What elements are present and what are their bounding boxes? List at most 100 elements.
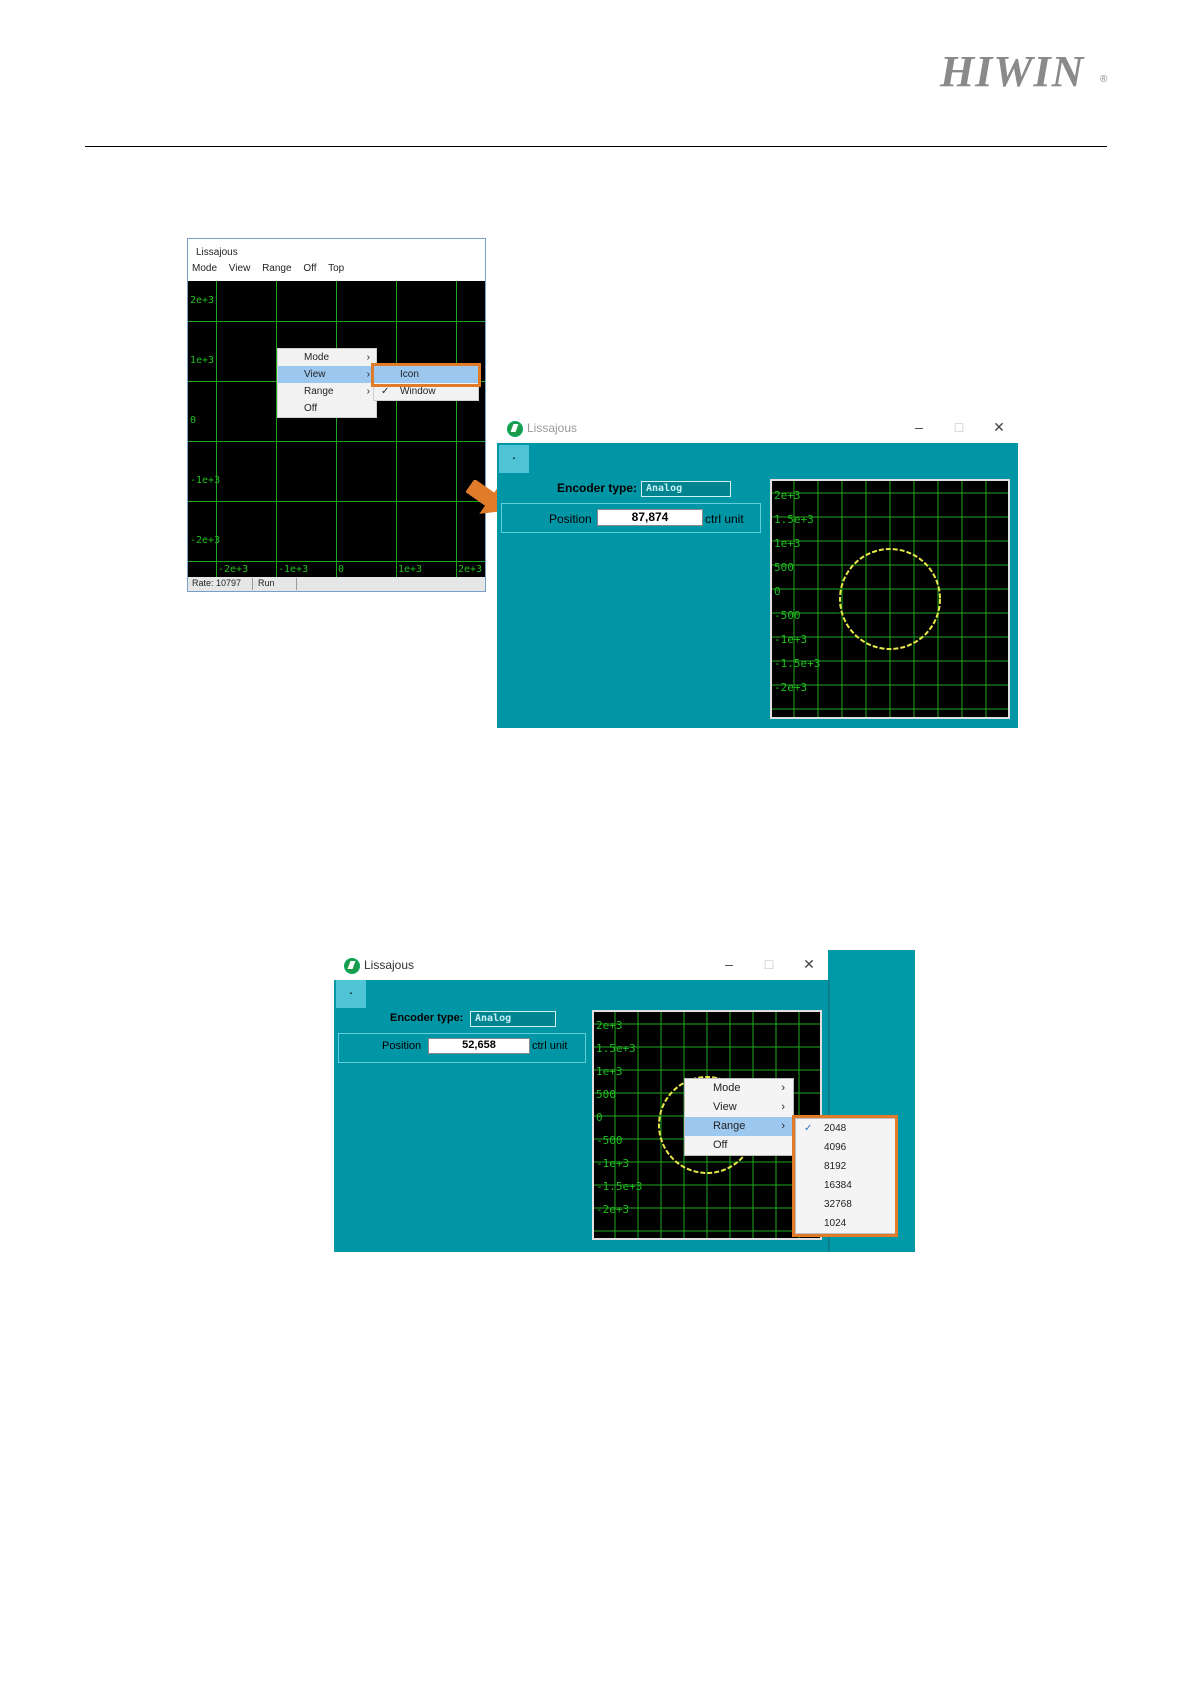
highlight-box — [792, 1115, 898, 1237]
y-tick-label: 1e+3 — [596, 1065, 623, 1078]
app-logo-icon — [344, 958, 360, 974]
minimize-icon[interactable]: – — [911, 419, 927, 435]
menu-bar: Mode View Range Off Top — [192, 263, 353, 274]
close-icon[interactable]: ✕ — [991, 419, 1007, 436]
y-tick-label: 500 — [774, 561, 794, 574]
y-tick-label: 2e+3 — [774, 489, 801, 502]
menu-view[interactable]: View — [229, 263, 251, 274]
context-item-view[interactable]: View › — [685, 1098, 793, 1117]
status-run: Run — [254, 578, 297, 590]
y-tick-label: 2e+3 — [190, 295, 215, 306]
y-tick-label: 0 — [190, 415, 197, 426]
encoder-type-value: Analog — [470, 1011, 556, 1027]
y-tick-label: -1.5e+3 — [774, 657, 821, 670]
context-item-mode[interactable]: Mode › — [278, 349, 376, 366]
status-bar: Rate: 10797 Run — [188, 577, 485, 591]
context-menu: Mode › View › Range › Off — [277, 348, 377, 418]
unit-label: ctrl unit — [705, 512, 744, 526]
context-item-range[interactable]: Range › — [278, 383, 376, 400]
x-tick-label: 0 — [338, 564, 345, 575]
position-value: 87,874 — [597, 509, 703, 526]
context-item-label: Mode — [713, 1082, 741, 1094]
context-item-label: View — [304, 369, 326, 380]
chevron-right-icon: › — [366, 352, 370, 363]
context-item-off[interactable]: Off — [685, 1136, 793, 1155]
maximize-icon[interactable]: □ — [951, 419, 967, 435]
y-tick-label: -2e+3 — [596, 1203, 630, 1216]
menu-range[interactable]: Range — [262, 263, 291, 274]
y-tick-label: 1.5e+3 — [774, 513, 814, 526]
menu-top[interactable]: Top — [328, 263, 344, 274]
encoder-type-label: Encoder type: — [557, 481, 638, 495]
encoder-type-label: Encoder type: — [390, 1012, 464, 1024]
window-title: Lissajous — [364, 958, 415, 972]
y-tick-label: 1e+3 — [190, 355, 215, 366]
scope-plot[interactable]: 2e+3 1.5e+3 1e+3 500 0 -500 -1e+3 -1.5e+… — [770, 479, 1010, 719]
context-item-label: Off — [713, 1139, 728, 1151]
chevron-right-icon: › — [366, 369, 370, 380]
y-tick-label: -1e+3 — [596, 1157, 630, 1170]
dot-button[interactable]: · — [336, 980, 366, 1008]
y-tick-label: -1e+3 — [190, 475, 221, 486]
y-tick-label: -2e+3 — [774, 681, 808, 694]
grid-line — [396, 281, 397, 577]
status-rate: Rate: 10797 — [188, 578, 253, 590]
y-tick-label: -2e+3 — [190, 535, 221, 546]
position-label: Position — [382, 1040, 422, 1052]
y-tick-label: -500 — [774, 609, 801, 622]
header-rule — [85, 146, 1107, 147]
y-tick-label: 0 — [596, 1111, 603, 1124]
app-logo-icon — [507, 421, 523, 437]
context-item-label: Range — [713, 1120, 746, 1132]
context-menu: Mode › View › Range › Off — [684, 1078, 794, 1156]
position-value: 52,658 — [428, 1038, 530, 1054]
menu-mode[interactable]: Mode — [192, 263, 217, 274]
title-bar: Lissajous – □ ✕ — [497, 413, 1018, 443]
scope-plot[interactable]: 2e+3 1e+3 0 -1e+3 -2e+3 -2e+3 -1e+3 0 1e… — [188, 281, 485, 577]
maximize-icon[interactable]: □ — [761, 956, 777, 972]
menu-off[interactable]: Off — [303, 263, 316, 274]
lissajous-window-range: Lissajous – □ ✕ · Encoder type: Analog P… — [334, 950, 915, 1252]
chevron-right-icon: › — [781, 1101, 785, 1113]
title-bar: Lissajous – □ ✕ — [334, 950, 828, 980]
context-item-off[interactable]: Off — [278, 400, 376, 417]
context-item-view[interactable]: View › — [278, 366, 376, 383]
lissajous-window-teal: Lissajous – □ ✕ · Encoder type: Analog P… — [497, 413, 1018, 728]
y-tick-label: 1.5e+3 — [596, 1042, 636, 1055]
chevron-right-icon: › — [781, 1082, 785, 1094]
context-item-label: View — [713, 1101, 737, 1113]
encoder-type-value: Analog — [641, 481, 731, 497]
context-item-mode[interactable]: Mode › — [685, 1079, 793, 1098]
y-tick-label: 500 — [596, 1088, 616, 1101]
y-tick-label: -500 — [596, 1134, 623, 1147]
grid-line — [456, 281, 457, 577]
window-title: Lissajous — [527, 421, 578, 435]
y-tick-label: 1e+3 — [774, 537, 801, 550]
submenu-item-label: Window — [400, 386, 436, 397]
chevron-right-icon: › — [366, 386, 370, 397]
y-tick-label: 2e+3 — [596, 1019, 623, 1032]
close-icon[interactable]: ✕ — [801, 956, 817, 973]
hiwin-logo: HIWIN — [940, 47, 1085, 96]
context-item-label: Range — [304, 386, 334, 397]
dot-button[interactable]: · — [499, 445, 529, 473]
registered-mark: ® — [1100, 74, 1108, 85]
x-tick-label: 1e+3 — [398, 564, 423, 575]
context-item-label: Off — [304, 403, 318, 414]
position-label: Position — [549, 512, 592, 526]
x-tick-label: -1e+3 — [278, 564, 309, 575]
grid-line — [276, 281, 277, 577]
y-tick-label: 0 — [774, 585, 781, 598]
chevron-right-icon: › — [781, 1120, 785, 1132]
unit-label: ctrl unit — [532, 1040, 568, 1052]
highlight-box — [371, 363, 481, 387]
context-item-range[interactable]: Range › — [685, 1117, 793, 1136]
window-title: Lissajous — [196, 247, 238, 258]
grid-line — [216, 281, 217, 577]
x-tick-label: 2e+3 — [458, 564, 483, 575]
context-item-label: Mode — [304, 352, 330, 363]
y-tick-label: -1.5e+3 — [596, 1180, 643, 1193]
minimize-icon[interactable]: – — [721, 956, 737, 972]
x-tick-label: -2e+3 — [218, 564, 249, 575]
grid-line — [336, 281, 337, 577]
